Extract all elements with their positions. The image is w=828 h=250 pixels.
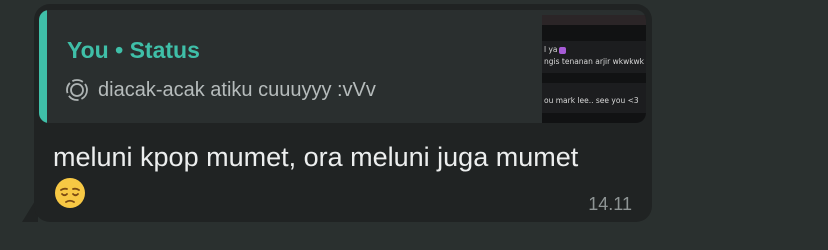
quote-separator: • [115, 37, 124, 63]
quote-title: You • Status [67, 37, 200, 64]
thumb-line-2: ngis tenanan arjir wkwkwk [544, 57, 645, 66]
message-bubble[interactable]: You • Status diacak-acak atiku cuuuyyy :… [34, 4, 652, 222]
quote-subtitle: diacak-acak atiku cuuuyyy :vVv [65, 78, 376, 102]
message-timestamp: 14.11 [588, 194, 632, 214]
thumb-top-band [542, 15, 646, 25]
status-ring-icon [65, 78, 89, 102]
quote-type: Status [129, 37, 200, 63]
message-text: meluni kpop mumet, ora meluni juga mumet [53, 138, 593, 214]
message-body: meluni kpop mumet, ora meluni juga mumet [53, 142, 579, 172]
thumb-line-1: l ya [544, 45, 566, 54]
thumb-line-3: ou mark lee.. see you <3 [544, 96, 639, 105]
purple-heart-icon [558, 46, 566, 54]
quote-author: You [67, 37, 109, 63]
quote-accent-bar [39, 10, 47, 123]
status-thumbnail[interactable]: l ya ngis tenanan arjir wkwkwk ou mark l… [542, 15, 646, 123]
quote-text: diacak-acak atiku cuuuyyy :vVv [98, 78, 376, 101]
chat-area: You • Status diacak-acak atiku cuuuyyy :… [0, 0, 828, 250]
pensive-face-icon [54, 177, 86, 209]
quoted-status-reply[interactable]: You • Status diacak-acak atiku cuuuyyy :… [39, 10, 646, 123]
